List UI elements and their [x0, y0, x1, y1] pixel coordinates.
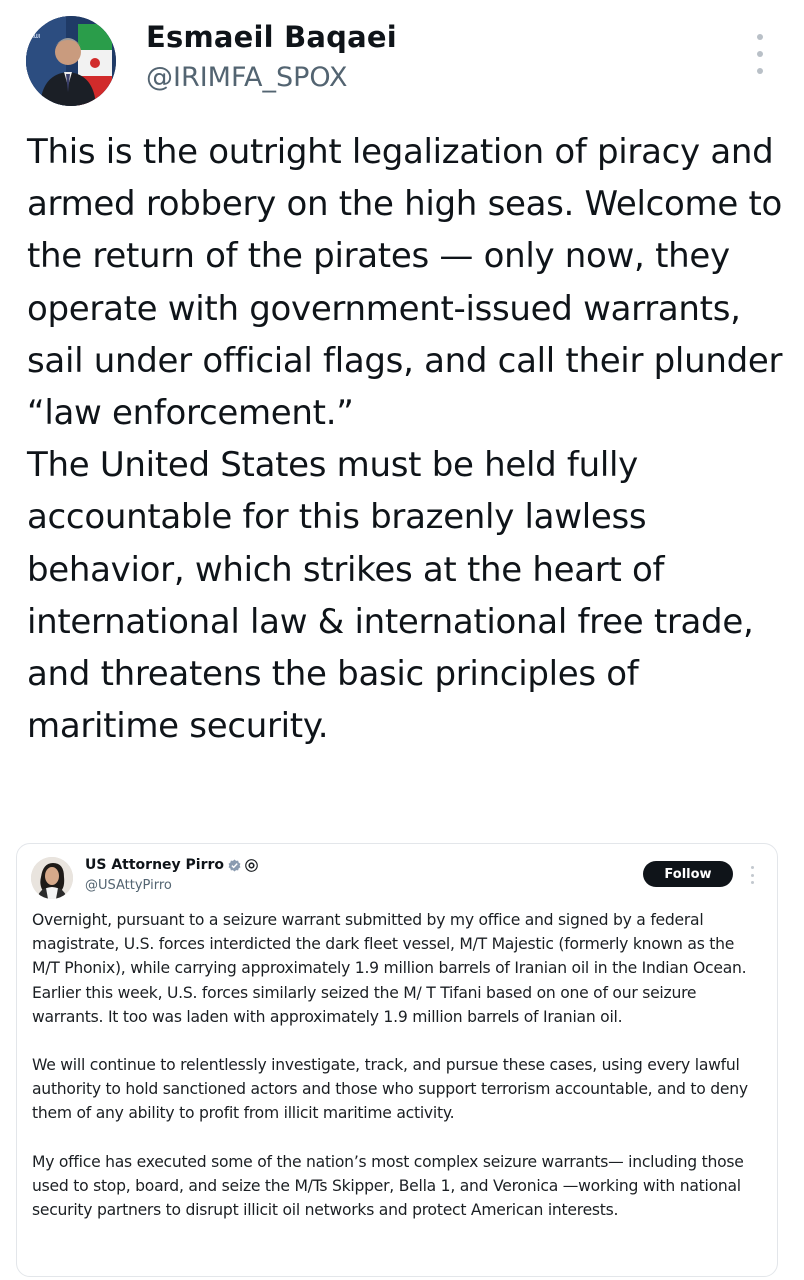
quoted-author-avatar[interactable] — [31, 857, 73, 899]
tweet-paragraph: This is the outright legalization of pir… — [27, 132, 783, 434]
government-icon — [245, 858, 258, 872]
tweet-text: This is the outright legalization of pir… — [27, 126, 797, 752]
quoted-paragraph: My office has executed some of the natio… — [32, 1152, 744, 1220]
quoted-post-screenshot[interactable]: US Attorney Pirro @USAttyPirro Follow Ov… — [16, 843, 778, 1277]
quoted-paragraph: We will continue to relentlessly investi… — [32, 1056, 748, 1123]
quoted-more-icon[interactable] — [749, 866, 755, 884]
author-handle[interactable]: @IRIMFA_SPOX — [146, 62, 347, 93]
follow-button[interactable]: Follow — [643, 861, 733, 887]
quoted-author-handle[interactable]: @USAttyPirro — [85, 878, 172, 893]
verified-icon — [228, 859, 241, 871]
quoted-author-name[interactable]: US Attorney Pirro — [85, 857, 224, 873]
tweet-paragraph: The United States must be held fully acc… — [27, 445, 754, 747]
author-name[interactable]: Esmaeil Baqaei — [146, 20, 397, 54]
quoted-paragraph: Overnight, pursuant to a seizure warrant… — [32, 911, 747, 1026]
quoted-author-name-row: US Attorney Pirro — [85, 857, 258, 873]
tweet: ﷲ Esmaeil Baqaei @IRIMFA_SPOX This is th… — [0, 0, 804, 1280]
author-avatar[interactable]: ﷲ — [26, 16, 116, 106]
quoted-post-text: Overnight, pursuant to a seizure warrant… — [32, 908, 762, 1222]
more-vertical-icon[interactable] — [748, 34, 772, 74]
